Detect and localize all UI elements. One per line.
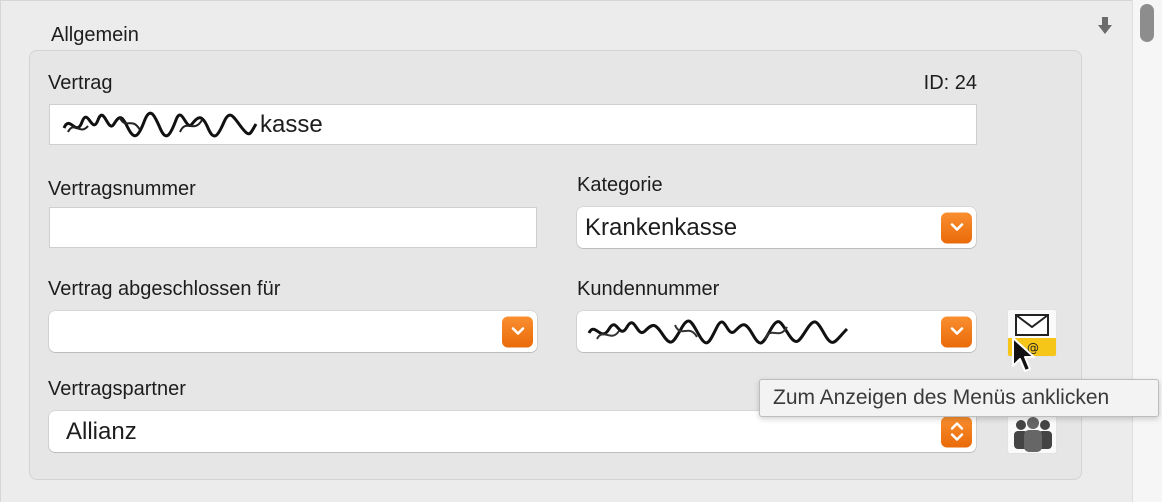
abgeschlossen-fuer-label: Vertrag abgeschlossen für	[48, 278, 281, 300]
redacted-text	[587, 319, 849, 344]
vertragspartner-popup[interactable]: Allianz	[49, 411, 976, 452]
chevron-down-icon[interactable]	[941, 212, 972, 243]
vertical-scrollbar[interactable]	[1132, 0, 1162, 502]
section-title: Allgemein	[51, 24, 139, 46]
kategorie-label: Kategorie	[577, 174, 663, 196]
redacted-text	[62, 111, 258, 137]
vertrag-field[interactable]: kasse	[49, 104, 977, 145]
down-arrow-icon[interactable]	[1095, 14, 1115, 38]
chevron-down-icon[interactable]	[502, 316, 533, 347]
vertragsnummer-label: Vertragsnummer	[48, 178, 196, 200]
mouse-pointer-icon	[1012, 337, 1035, 372]
kundennummer-label: Kundennummer	[577, 278, 720, 300]
left-border	[0, 0, 1, 502]
top-border	[0, 0, 1132, 1]
chevron-down-icon[interactable]	[941, 316, 972, 347]
vertragspartner-value: Allianz	[66, 417, 137, 445]
vertragsnummer-field[interactable]	[49, 207, 537, 248]
vertragspartner-label: Vertragspartner	[48, 378, 186, 400]
vertrag-label: Vertrag	[48, 72, 113, 94]
vertrag-value-suffix: kasse	[260, 110, 323, 138]
menu-tooltip: Zum Anzeigen des Menüs anklicken	[759, 379, 1159, 417]
kundennummer-popup[interactable]	[577, 311, 976, 352]
kundennummer-value	[585, 317, 976, 347]
id-label: ID: 24	[923, 72, 977, 94]
kategorie-popup[interactable]: Krankenkasse	[577, 207, 976, 248]
scrollbar-thumb[interactable]	[1140, 4, 1154, 42]
up-down-chevron-icon[interactable]	[941, 416, 972, 447]
abgeschlossen-fuer-popup[interactable]	[49, 311, 537, 352]
kategorie-value: Krankenkasse	[585, 213, 738, 241]
